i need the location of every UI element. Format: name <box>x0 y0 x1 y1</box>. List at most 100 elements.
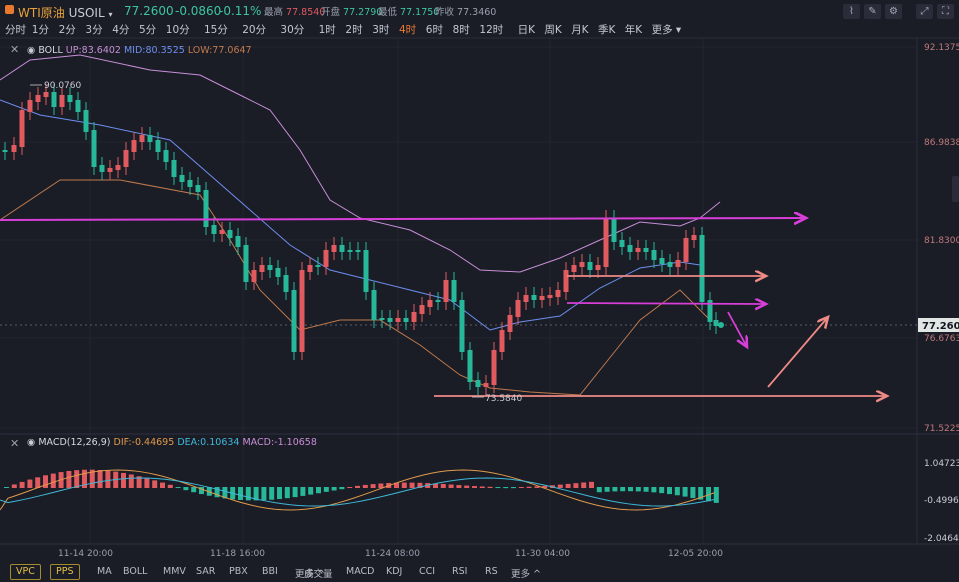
sub-indicator-KDJ[interactable]: KDJ <box>386 566 402 577</box>
main-indicator-BBI[interactable]: BBI <box>262 566 278 577</box>
candle-body <box>347 250 353 252</box>
macd-histogram-bar <box>581 482 587 488</box>
candle-body <box>123 150 129 167</box>
sub-indicator-更多[interactable]: 更多 ^ <box>511 566 541 580</box>
main-indicator-MA[interactable]: MA <box>97 566 112 577</box>
macd-histogram-bar <box>128 474 134 488</box>
macd-axis-label: -2.04646 <box>924 534 959 544</box>
candle-body <box>59 95 65 107</box>
footer-btn-vpc[interactable]: VPC <box>10 564 41 580</box>
macd-histogram-bar <box>628 487 633 492</box>
side-handle <box>952 176 959 202</box>
candle-body <box>451 280 457 302</box>
candle-body <box>339 245 345 252</box>
candle-body <box>523 295 529 302</box>
price-axis-label: 76.6763 <box>924 334 959 344</box>
macd-legend[interactable]: ◉ MACD(12,26,9) DIF:-0.44695 DEA:0.10634… <box>9 437 317 448</box>
macd-histogram-bar <box>511 487 516 489</box>
main-indicator-PBX[interactable]: PBX <box>229 566 248 577</box>
candle-body <box>635 248 641 252</box>
candle-body <box>299 270 305 352</box>
candle-body <box>683 238 689 262</box>
macd-histogram-bar <box>27 479 33 488</box>
candle-body <box>403 318 409 322</box>
candle-body <box>179 175 185 182</box>
candle-body <box>483 383 489 387</box>
macd-histogram-bar <box>604 487 610 492</box>
footer-btn-pps[interactable]: PPS <box>50 564 80 580</box>
time-axis-label: 11-24 08:00 <box>365 549 420 559</box>
candle-body <box>2 150 8 152</box>
candle-body <box>491 350 497 385</box>
macd-histogram-bar <box>50 473 56 488</box>
boll-legend[interactable]: ◉ BOLL UP:83.6402 MID:80.3525 LOW:77.064… <box>9 45 252 56</box>
candle-body <box>91 130 97 167</box>
macd-histogram-bar <box>11 484 17 488</box>
price-axis-label: 92.1375 <box>924 43 959 53</box>
candle-body <box>387 318 393 322</box>
sub-indicator-成交量[interactable]: 成交量 <box>304 566 333 580</box>
macd-histogram-bar <box>238 487 243 500</box>
macd-histogram-bar <box>269 487 275 500</box>
candle-body <box>651 250 657 260</box>
macd-histogram-bar <box>300 487 306 496</box>
macd-histogram-bar <box>589 481 594 488</box>
sub-indicator-RS[interactable]: RS <box>485 566 498 577</box>
candle-body <box>323 250 329 267</box>
macd-histogram-bar <box>316 487 321 494</box>
candle-body <box>587 262 593 270</box>
candle-body <box>619 240 625 247</box>
current-price-dot <box>718 322 724 328</box>
macd-histogram-bar <box>643 487 649 492</box>
macd-histogram-bar <box>401 482 407 488</box>
candle-body <box>163 150 169 162</box>
candle-body <box>139 135 145 142</box>
candle-body <box>563 270 569 292</box>
candle-body <box>51 92 57 107</box>
sub-indicator-CCI[interactable]: CCI <box>419 566 435 577</box>
macd-histogram-bar <box>620 487 626 492</box>
macd-histogram-bar <box>526 486 532 488</box>
candle-body <box>459 300 465 352</box>
macd-histogram-bar <box>245 487 251 501</box>
candle-body <box>315 265 321 267</box>
macd-histogram-bar <box>277 487 282 500</box>
candle-body <box>435 300 441 302</box>
candle-body <box>99 165 105 172</box>
main-indicator-BOLL[interactable]: BOLL <box>123 566 147 577</box>
boll-mid-band <box>0 99 701 331</box>
candle-body <box>19 110 25 147</box>
candle-body <box>11 145 17 152</box>
sub-indicator-MACD[interactable]: MACD <box>346 566 374 577</box>
candle-body <box>27 100 33 112</box>
candle-body <box>131 140 137 152</box>
candle-body <box>427 300 433 307</box>
sub-indicator-RSI[interactable]: RSI <box>452 566 467 577</box>
main-indicator-SAR[interactable]: SAR <box>196 566 215 577</box>
candle-body <box>555 290 561 297</box>
macd-histogram-bar <box>596 487 602 493</box>
candle-body <box>395 318 401 322</box>
main-indicator-MMV[interactable]: MMV <box>163 566 186 577</box>
candle-body <box>267 265 273 270</box>
candle-body <box>691 235 697 240</box>
macd-histogram-bar <box>487 486 493 488</box>
macd-histogram-bar <box>370 484 376 488</box>
macd-histogram-bar <box>74 470 80 488</box>
macd-histogram-bar <box>667 487 672 495</box>
candle-body <box>43 92 49 97</box>
candle-body <box>419 305 425 314</box>
candle-body <box>307 265 313 272</box>
chart-canvas[interactable]: 90.0760 73.5840 92.1375 86.9838 81.8300 76.… <box>0 0 959 582</box>
candle-body <box>67 95 73 102</box>
candle-body <box>571 265 577 272</box>
macd-histogram-bar <box>43 475 48 488</box>
candle-body <box>107 168 113 172</box>
candle-body <box>155 140 161 152</box>
eye-icon: ◉ <box>27 45 36 56</box>
candle-body <box>579 262 585 267</box>
time-axis-label: 11-18 16:00 <box>210 549 265 559</box>
macd-histogram-bar <box>97 469 103 488</box>
macd-histogram-bar <box>339 487 345 490</box>
macd-histogram-bar <box>674 487 680 496</box>
